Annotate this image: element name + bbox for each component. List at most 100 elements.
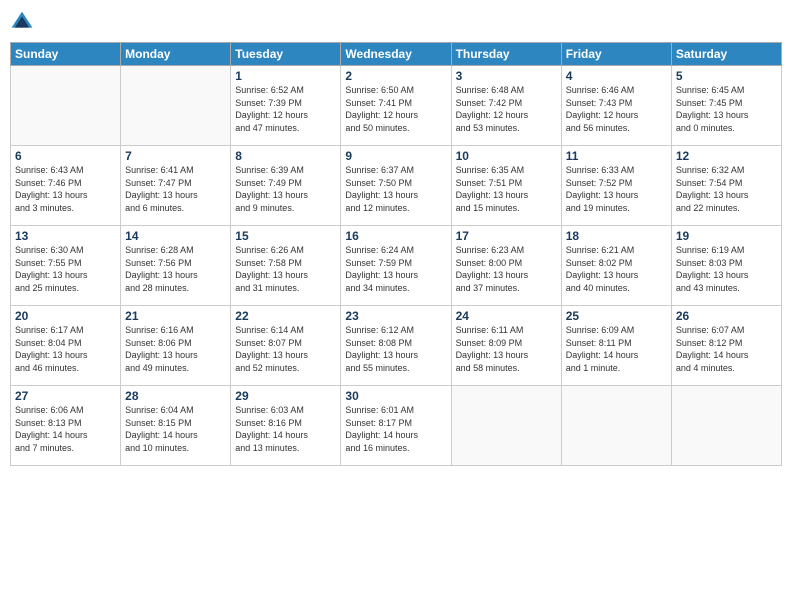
day-number: 2	[345, 69, 446, 83]
day-number: 28	[125, 389, 226, 403]
day-number: 22	[235, 309, 336, 323]
day-cell: 30Sunrise: 6:01 AM Sunset: 8:17 PM Dayli…	[341, 386, 451, 466]
day-cell: 29Sunrise: 6:03 AM Sunset: 8:16 PM Dayli…	[231, 386, 341, 466]
day-info: Sunrise: 6:17 AM Sunset: 8:04 PM Dayligh…	[15, 324, 116, 374]
day-number: 5	[676, 69, 777, 83]
weekday-header-wednesday: Wednesday	[341, 43, 451, 66]
day-number: 14	[125, 229, 226, 243]
day-number: 29	[235, 389, 336, 403]
day-cell: 28Sunrise: 6:04 AM Sunset: 8:15 PM Dayli…	[121, 386, 231, 466]
day-info: Sunrise: 6:41 AM Sunset: 7:47 PM Dayligh…	[125, 164, 226, 214]
day-info: Sunrise: 6:32 AM Sunset: 7:54 PM Dayligh…	[676, 164, 777, 214]
day-cell: 20Sunrise: 6:17 AM Sunset: 8:04 PM Dayli…	[11, 306, 121, 386]
day-cell: 19Sunrise: 6:19 AM Sunset: 8:03 PM Dayli…	[671, 226, 781, 306]
logo-icon	[10, 10, 34, 34]
day-number: 8	[235, 149, 336, 163]
weekday-header-tuesday: Tuesday	[231, 43, 341, 66]
day-cell: 22Sunrise: 6:14 AM Sunset: 8:07 PM Dayli…	[231, 306, 341, 386]
day-info: Sunrise: 6:50 AM Sunset: 7:41 PM Dayligh…	[345, 84, 446, 134]
day-number: 19	[676, 229, 777, 243]
day-number: 11	[566, 149, 667, 163]
day-cell: 8Sunrise: 6:39 AM Sunset: 7:49 PM Daylig…	[231, 146, 341, 226]
day-number: 16	[345, 229, 446, 243]
day-number: 13	[15, 229, 116, 243]
calendar: SundayMondayTuesdayWednesdayThursdayFrid…	[10, 42, 782, 466]
week-row-3: 20Sunrise: 6:17 AM Sunset: 8:04 PM Dayli…	[11, 306, 782, 386]
day-number: 26	[676, 309, 777, 323]
week-row-0: 1Sunrise: 6:52 AM Sunset: 7:39 PM Daylig…	[11, 66, 782, 146]
day-cell: 11Sunrise: 6:33 AM Sunset: 7:52 PM Dayli…	[561, 146, 671, 226]
day-cell: 25Sunrise: 6:09 AM Sunset: 8:11 PM Dayli…	[561, 306, 671, 386]
day-info: Sunrise: 6:16 AM Sunset: 8:06 PM Dayligh…	[125, 324, 226, 374]
day-info: Sunrise: 6:26 AM Sunset: 7:58 PM Dayligh…	[235, 244, 336, 294]
day-cell: 16Sunrise: 6:24 AM Sunset: 7:59 PM Dayli…	[341, 226, 451, 306]
day-number: 15	[235, 229, 336, 243]
weekday-header-thursday: Thursday	[451, 43, 561, 66]
day-cell: 2Sunrise: 6:50 AM Sunset: 7:41 PM Daylig…	[341, 66, 451, 146]
weekday-header-saturday: Saturday	[671, 43, 781, 66]
day-info: Sunrise: 6:06 AM Sunset: 8:13 PM Dayligh…	[15, 404, 116, 454]
day-cell	[671, 386, 781, 466]
day-cell: 12Sunrise: 6:32 AM Sunset: 7:54 PM Dayli…	[671, 146, 781, 226]
day-info: Sunrise: 6:35 AM Sunset: 7:51 PM Dayligh…	[456, 164, 557, 214]
day-info: Sunrise: 6:48 AM Sunset: 7:42 PM Dayligh…	[456, 84, 557, 134]
day-number: 27	[15, 389, 116, 403]
day-cell: 14Sunrise: 6:28 AM Sunset: 7:56 PM Dayli…	[121, 226, 231, 306]
day-info: Sunrise: 6:19 AM Sunset: 8:03 PM Dayligh…	[676, 244, 777, 294]
day-number: 23	[345, 309, 446, 323]
day-info: Sunrise: 6:12 AM Sunset: 8:08 PM Dayligh…	[345, 324, 446, 374]
day-info: Sunrise: 6:07 AM Sunset: 8:12 PM Dayligh…	[676, 324, 777, 374]
day-cell: 17Sunrise: 6:23 AM Sunset: 8:00 PM Dayli…	[451, 226, 561, 306]
day-info: Sunrise: 6:39 AM Sunset: 7:49 PM Dayligh…	[235, 164, 336, 214]
day-number: 1	[235, 69, 336, 83]
day-cell: 23Sunrise: 6:12 AM Sunset: 8:08 PM Dayli…	[341, 306, 451, 386]
day-cell: 21Sunrise: 6:16 AM Sunset: 8:06 PM Dayli…	[121, 306, 231, 386]
day-cell: 3Sunrise: 6:48 AM Sunset: 7:42 PM Daylig…	[451, 66, 561, 146]
day-cell: 9Sunrise: 6:37 AM Sunset: 7:50 PM Daylig…	[341, 146, 451, 226]
day-info: Sunrise: 6:52 AM Sunset: 7:39 PM Dayligh…	[235, 84, 336, 134]
day-info: Sunrise: 6:04 AM Sunset: 8:15 PM Dayligh…	[125, 404, 226, 454]
day-cell	[121, 66, 231, 146]
day-info: Sunrise: 6:30 AM Sunset: 7:55 PM Dayligh…	[15, 244, 116, 294]
day-info: Sunrise: 6:46 AM Sunset: 7:43 PM Dayligh…	[566, 84, 667, 134]
day-cell	[11, 66, 121, 146]
day-info: Sunrise: 6:43 AM Sunset: 7:46 PM Dayligh…	[15, 164, 116, 214]
day-info: Sunrise: 6:03 AM Sunset: 8:16 PM Dayligh…	[235, 404, 336, 454]
day-number: 6	[15, 149, 116, 163]
day-number: 21	[125, 309, 226, 323]
logo	[10, 10, 36, 34]
day-cell: 27Sunrise: 6:06 AM Sunset: 8:13 PM Dayli…	[11, 386, 121, 466]
day-cell: 24Sunrise: 6:11 AM Sunset: 8:09 PM Dayli…	[451, 306, 561, 386]
header	[10, 10, 782, 34]
day-info: Sunrise: 6:11 AM Sunset: 8:09 PM Dayligh…	[456, 324, 557, 374]
day-cell: 10Sunrise: 6:35 AM Sunset: 7:51 PM Dayli…	[451, 146, 561, 226]
day-number: 10	[456, 149, 557, 163]
day-number: 9	[345, 149, 446, 163]
day-number: 20	[15, 309, 116, 323]
day-number: 30	[345, 389, 446, 403]
day-cell	[561, 386, 671, 466]
day-cell: 26Sunrise: 6:07 AM Sunset: 8:12 PM Dayli…	[671, 306, 781, 386]
day-info: Sunrise: 6:23 AM Sunset: 8:00 PM Dayligh…	[456, 244, 557, 294]
day-number: 18	[566, 229, 667, 243]
day-info: Sunrise: 6:24 AM Sunset: 7:59 PM Dayligh…	[345, 244, 446, 294]
day-cell: 1Sunrise: 6:52 AM Sunset: 7:39 PM Daylig…	[231, 66, 341, 146]
weekday-header-friday: Friday	[561, 43, 671, 66]
day-number: 24	[456, 309, 557, 323]
day-cell: 15Sunrise: 6:26 AM Sunset: 7:58 PM Dayli…	[231, 226, 341, 306]
day-cell: 6Sunrise: 6:43 AM Sunset: 7:46 PM Daylig…	[11, 146, 121, 226]
day-info: Sunrise: 6:37 AM Sunset: 7:50 PM Dayligh…	[345, 164, 446, 214]
weekday-header-monday: Monday	[121, 43, 231, 66]
day-number: 4	[566, 69, 667, 83]
day-number: 25	[566, 309, 667, 323]
day-info: Sunrise: 6:09 AM Sunset: 8:11 PM Dayligh…	[566, 324, 667, 374]
day-cell: 13Sunrise: 6:30 AM Sunset: 7:55 PM Dayli…	[11, 226, 121, 306]
day-info: Sunrise: 6:21 AM Sunset: 8:02 PM Dayligh…	[566, 244, 667, 294]
week-row-1: 6Sunrise: 6:43 AM Sunset: 7:46 PM Daylig…	[11, 146, 782, 226]
day-number: 12	[676, 149, 777, 163]
page: SundayMondayTuesdayWednesdayThursdayFrid…	[0, 0, 792, 612]
day-number: 7	[125, 149, 226, 163]
weekday-header-sunday: Sunday	[11, 43, 121, 66]
day-info: Sunrise: 6:14 AM Sunset: 8:07 PM Dayligh…	[235, 324, 336, 374]
day-info: Sunrise: 6:01 AM Sunset: 8:17 PM Dayligh…	[345, 404, 446, 454]
